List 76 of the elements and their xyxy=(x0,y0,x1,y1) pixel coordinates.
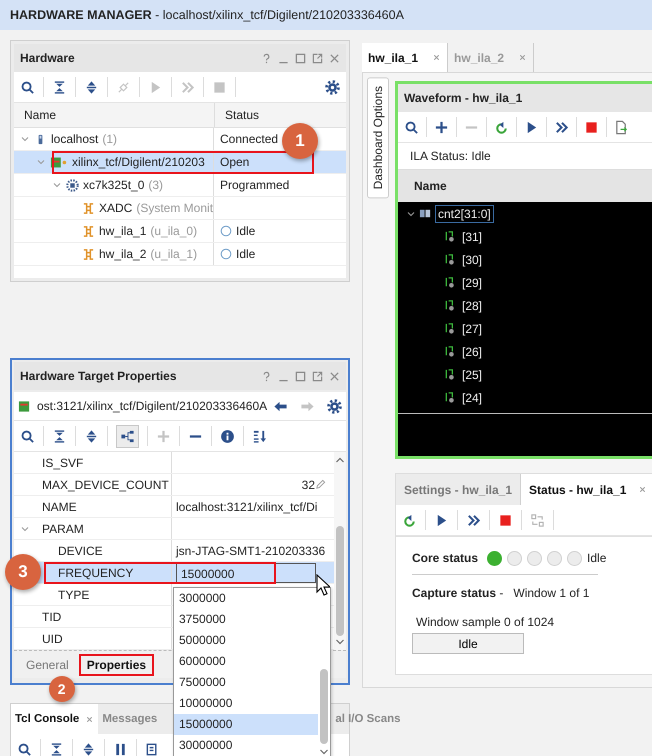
ila-status: ILA Status: Idle xyxy=(410,149,491,163)
dropdown-option[interactable]: 3750000 xyxy=(174,609,318,630)
tree-row[interactable]: xc7k325t_0 (3) Programmed xyxy=(14,174,346,197)
signal-name[interactable]: [28] xyxy=(462,298,482,312)
tree-row[interactable]: hw_ila_1 (u_ila_0) Idle xyxy=(14,220,346,243)
side-tab[interactable]: Dashboard Options xyxy=(367,77,389,198)
signal-name[interactable]: [25] xyxy=(462,368,482,382)
signal-name[interactable]: [31] xyxy=(462,230,482,244)
property-value: 32 xyxy=(302,478,315,492)
node-name: hw_ila_2 xyxy=(99,247,146,261)
dropdown-option[interactable]: 10000000 xyxy=(174,693,318,714)
callout-badge: 2 xyxy=(48,676,75,702)
signal-name[interactable]: [24] xyxy=(462,390,482,404)
column-header[interactable]: Status xyxy=(215,103,260,127)
capture-status-value: Window 1 of 1 xyxy=(513,586,590,600)
property-name: DEVICE xyxy=(58,544,103,558)
tab[interactable]: General xyxy=(18,656,77,674)
dropdown-option[interactable]: 15000000 xyxy=(174,714,318,735)
node-detail: (1) xyxy=(102,132,118,146)
dropdown-option[interactable]: 3000000 xyxy=(174,588,318,609)
property-name: PARAM xyxy=(42,522,84,536)
signal-name[interactable]: [30] xyxy=(462,252,482,266)
property-row[interactable]: MAX_DEVICE_COUNT 32 xyxy=(14,474,334,496)
property-name: TYPE xyxy=(58,588,90,602)
property-row[interactable]: IS_SVF xyxy=(14,452,334,474)
tab[interactable]: Tcl Console xyxy=(11,704,98,734)
node-name: hw_ila_1 xyxy=(99,224,146,238)
panel-title: Waveform - hw_ila_1 xyxy=(404,91,522,105)
signal-name[interactable]: [29] xyxy=(462,276,482,290)
tab[interactable]: Properties xyxy=(78,654,154,676)
core-state: Idle xyxy=(587,551,606,565)
node-name: localhost xyxy=(51,132,98,146)
node-name: xilinx_tcf/Digilent/210203 xyxy=(72,155,205,169)
object-path: ost:3121/xilinx_tcf/Digilent/210203336460A xyxy=(37,399,268,413)
property-name: TID xyxy=(42,610,62,624)
node-status: Idle xyxy=(236,224,256,238)
capture-status-label: Capture status - xyxy=(412,586,504,600)
property-value: localhost:3121/xilinx_tcf/Di xyxy=(176,500,318,514)
node-status: Open xyxy=(220,155,250,169)
panel-title: Hardware Target Properties xyxy=(20,369,176,383)
node-detail: (u_ila_0) xyxy=(150,224,198,238)
panel-title: Hardware xyxy=(20,51,75,65)
core-status-label: Core status xyxy=(412,551,478,565)
node-detail: (System Monit xyxy=(136,201,213,215)
property-name: UID xyxy=(42,632,63,646)
status-button[interactable]: Idle xyxy=(412,633,524,654)
dropdown-option[interactable]: 5000000 xyxy=(174,630,318,651)
property-name: NAME xyxy=(42,500,77,514)
column-header[interactable]: Name xyxy=(414,179,447,193)
property-row[interactable]: NAME localhost:3121/xilinx_tcf/Di xyxy=(14,496,334,518)
callout-badge: 3 xyxy=(5,554,41,590)
value-field[interactable]: 15000000 xyxy=(176,562,316,582)
property-name: MAX_DEVICE_COUNT xyxy=(42,478,169,492)
node-status: Programmed xyxy=(220,178,290,192)
node-status: Connected xyxy=(220,132,278,146)
property-value: jsn-JTAG-SMT1-210203336 xyxy=(176,544,326,558)
property-row[interactable]: PARAM xyxy=(14,518,334,540)
signal-name[interactable]: [26] xyxy=(462,344,482,358)
tree-row[interactable]: XADC (System Monit xyxy=(14,197,346,220)
tab[interactable]: hw_ila_1 xyxy=(362,43,448,72)
node-detail: (u_ila_1) xyxy=(150,247,198,261)
tree-row[interactable]: hw_ila_2 (u_ila_1) Idle xyxy=(14,243,346,266)
node-name: xc7k325t_0 xyxy=(83,178,144,192)
dropdown-option[interactable]: 7500000 xyxy=(174,672,318,693)
column-header[interactable]: Name xyxy=(14,103,215,127)
dropdown-option[interactable]: 6000000 xyxy=(174,651,318,672)
property-name: FREQUENCY xyxy=(58,566,134,580)
window-title: HARDWARE MANAGER - localhost/xilinx_tcf/Digilent/210203336460A xyxy=(0,0,652,30)
signal-name[interactable]: [27] xyxy=(462,322,482,336)
node-status: Idle xyxy=(236,247,256,261)
tab[interactable]: Status - hw_ila_1 xyxy=(521,474,652,505)
node-detail: (3) xyxy=(148,178,164,192)
window-sample-text: Window sample 0 of 1024 xyxy=(416,615,556,629)
node-name: XADC xyxy=(99,201,132,215)
property-name: IS_SVF xyxy=(42,456,84,470)
signal-name[interactable]: cnt2[31:0] xyxy=(435,204,494,222)
